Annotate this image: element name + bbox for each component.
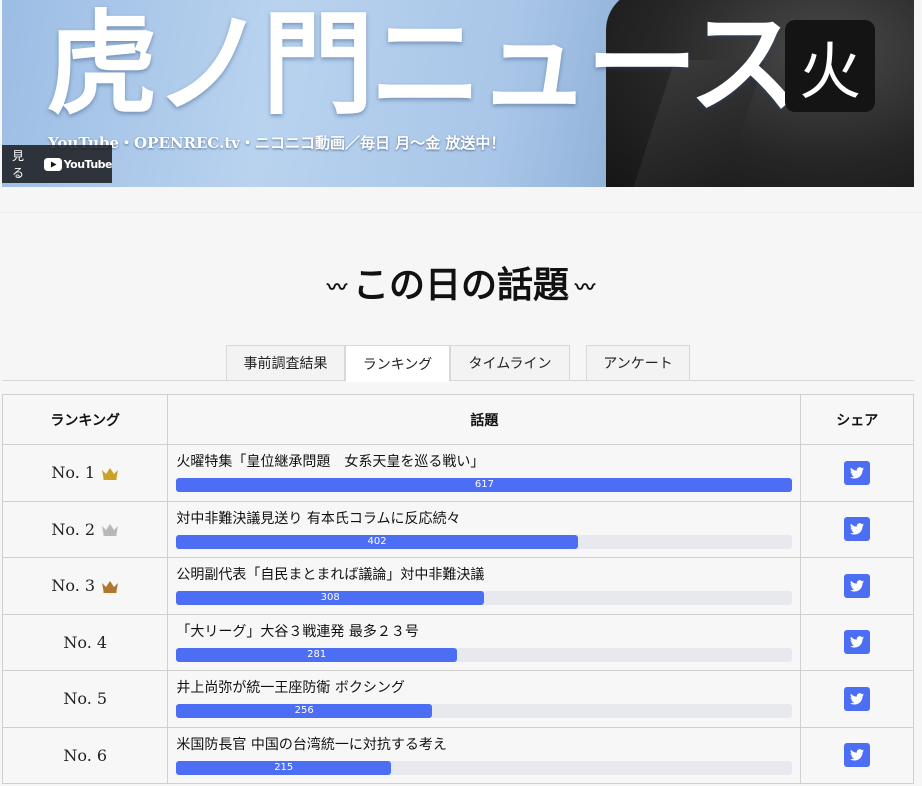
topic-cell: 米国防長官 中国の台湾統一に対抗する考え 215 [167,726,802,784]
youtube-play-icon [43,157,62,171]
vote-bar-track: 308 [176,591,793,606]
topic-title[interactable]: 米国防長官 中国の台湾統一に対抗する考え [176,736,792,754]
rank-label: No. 6 [63,745,108,765]
twitter-icon [850,749,865,761]
rank-cell: No. 5 [1,670,169,728]
vote-bar-fill: 617 [176,478,793,493]
table-row: No. 4 「大リーグ」大谷３戦連発 最多２３号 281 [1,613,914,671]
twitter-icon [850,466,865,479]
banner-subtitle: YouTube・OPENREC.tv・ニコニコ動画／毎日 月～金 放送中！ [48,134,506,152]
section-title-text: この日の話題 [352,264,569,306]
vote-bar-track: 402 [176,534,793,549]
tab-pre-survey[interactable]: 事前調査結果 [226,345,345,381]
share-cell [800,500,914,558]
twitter-share-button[interactable] [844,686,871,711]
topic-title[interactable]: 「大リーグ」大谷３戦連発 最多２３号 [176,623,792,641]
watch-label: 見る [12,149,25,180]
rank-label: No. 4 [63,632,108,652]
rank-label: No. 2 [51,519,96,539]
tab-timeline[interactable]: タイムライン [450,345,570,381]
twitter-icon [850,636,865,648]
topic-title[interactable]: 対中非難決議見送り 有本氏コラムに反応続々 [176,510,792,528]
twitter-share-button[interactable] [844,460,871,485]
ranking-table: ランキング 話題 シェア No. 1 火曜特集「皇位継承問題 女系天皇を巡る戦い」… [1,394,914,784]
youtube-logo: YouTube [43,157,113,171]
section-title: 〰この日の話題〰 [0,256,922,308]
topic-cell: 「大リーグ」大谷３戦連発 最多２３号 281 [167,613,802,671]
table-row: No. 6 米国防長官 中国の台湾統一に対抗する考え 215 [1,726,914,784]
youtube-label: YouTube [63,157,113,171]
twitter-icon [850,579,865,592]
watch-on-youtube-button[interactable]: 見る YouTube [2,145,113,183]
vote-bar-fill: 256 [176,704,432,719]
vote-bar-fill: 215 [176,760,392,775]
table-header-row: ランキング 話題 シェア [1,394,914,445]
vote-bar-track: 617 [176,478,793,493]
rank-cell: No. 3 [1,557,169,615]
share-cell [800,557,914,615]
table-row: No. 1 火曜特集「皇位継承問題 女系天皇を巡る戦い」 617 [1,444,914,502]
topic-title[interactable]: 公明副代表「自民まとまれば議論」対中非難決議 [176,566,792,584]
crown-icon [102,524,119,537]
share-cell [800,613,914,671]
banner-title: 虎ノ門ニュース [46,0,800,130]
table-row: No. 2 対中非難決議見送り 有本氏コラムに反応続々 402 [1,500,914,558]
rank-label: No. 5 [63,689,108,709]
twitter-icon [850,523,865,535]
table-row: No. 5 井上尚弥が統一王座防衛 ボクシング 256 [1,670,914,728]
twitter-share-button[interactable] [844,517,871,542]
rank-cell: No. 6 [1,726,169,784]
topic-cell: 対中非難決議見送り 有本氏コラムに反応続々 402 [167,500,802,558]
tabs-underline [2,380,914,381]
table-row: No. 3 公明副代表「自民まとまれば議論」対中非難決議 308 [1,557,914,615]
rank-cell: No. 2 [1,500,169,558]
twitter-icon [850,692,865,705]
vote-bar-fill: 308 [176,591,484,606]
twitter-share-button[interactable] [844,630,871,655]
vote-bar-fill: 281 [176,647,457,662]
rank-label: No. 1 [51,463,96,483]
rank-cell: No. 1 [1,444,169,502]
rank-cell: No. 4 [1,613,169,671]
wave-ornament-left: 〰 [326,274,347,299]
share-cell [800,444,914,502]
vote-bar-fill: 402 [176,534,578,549]
header-rank: ランキング [1,394,169,445]
topic-title[interactable]: 火曜特集「皇位継承問題 女系天皇を巡る戦い」 [176,453,792,471]
vote-bar-track: 215 [176,760,793,775]
topic-cell: 井上尚弥が統一王座防衛 ボクシング 256 [167,670,802,728]
day-badge: 火 [785,20,875,112]
tab-survey[interactable]: アンケート [586,345,690,381]
header-share: シェア [800,394,914,445]
topic-cell: 火曜特集「皇位継承問題 女系天皇を巡る戦い」 617 [167,444,802,502]
tab-bar: 事前調査結果 ランキング タイムライン アンケート [0,345,922,382]
tab-ranking[interactable]: ランキング [345,345,450,382]
topic-title[interactable]: 井上尚弥が統一王座防衛 ボクシング [176,679,792,697]
header-topic: 話題 [167,394,802,445]
rank-label: No. 3 [51,576,96,596]
topic-cell: 公明副代表「自民まとまれば議論」対中非難決議 308 [167,557,802,615]
crown-icon [102,580,119,593]
divider [0,212,922,213]
vote-bar-track: 281 [176,647,793,662]
crown-icon [102,467,119,480]
share-cell [800,726,914,784]
wave-ornament-right: 〰 [575,274,595,299]
vote-bar-track: 256 [176,704,793,719]
banner[interactable]: 虎ノ門ニュース YouTube・OPENREC.tv・ニコニコ動画／毎日 月～金… [2,0,914,187]
twitter-share-button[interactable] [844,573,871,598]
twitter-share-button[interactable] [844,743,871,768]
share-cell [800,670,914,728]
